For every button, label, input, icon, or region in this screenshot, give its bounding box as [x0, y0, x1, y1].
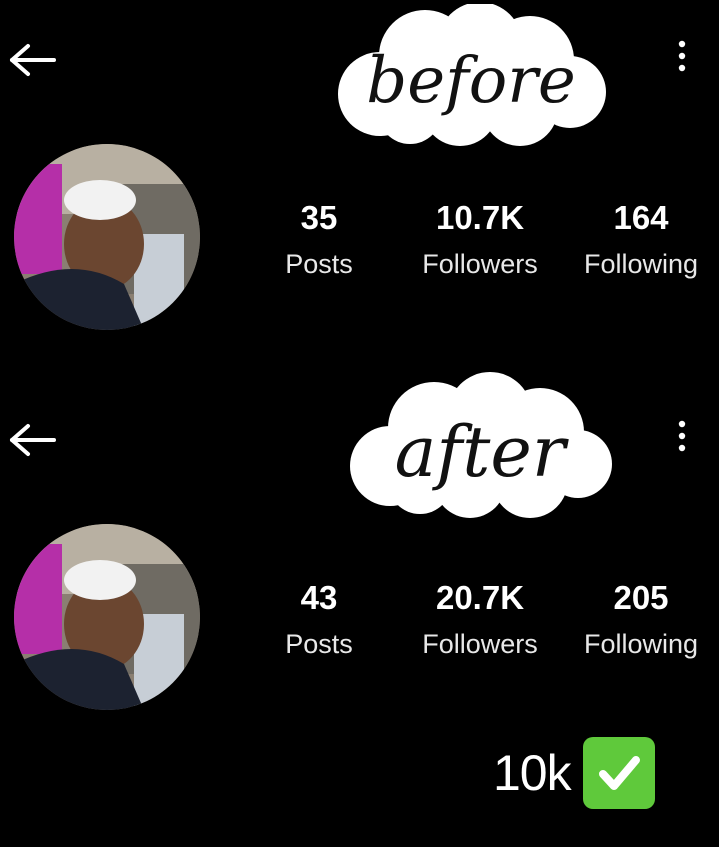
followers-stat[interactable]: 10.7K Followers: [405, 198, 555, 282]
growth-badge: 10k: [493, 733, 655, 813]
before-label: before: [366, 44, 576, 118]
before-profile-header: before 35 Posts 10.7K Followers 164 Foll…: [0, 0, 719, 340]
posts-label: Posts: [285, 249, 353, 279]
following-count: 164: [613, 199, 669, 236]
posts-count: 35: [300, 199, 338, 236]
followers-count: 10.7K: [435, 199, 525, 236]
following-count: 205: [613, 579, 669, 616]
more-vertical-icon[interactable]: [672, 36, 692, 76]
after-label: after: [395, 411, 569, 493]
after-label-cloud: after: [350, 372, 612, 518]
after-profile-header: after 43 Posts 20.7K Followers 205 Follo…: [0, 370, 719, 730]
profile-avatar[interactable]: [14, 144, 200, 330]
posts-stat[interactable]: 35 Posts: [244, 198, 394, 282]
following-label: Following: [583, 629, 699, 659]
more-vertical-icon[interactable]: [672, 416, 692, 456]
profile-avatar[interactable]: [14, 524, 200, 710]
posts-label: Posts: [285, 629, 353, 659]
back-arrow-icon[interactable]: [4, 40, 60, 80]
followers-label: Followers: [422, 249, 538, 279]
following-stat[interactable]: 164 Following: [566, 198, 716, 282]
followers-count: 20.7K: [435, 579, 525, 616]
posts-count: 43: [300, 579, 338, 616]
growth-badge-text: 10k: [493, 745, 572, 801]
following-stat[interactable]: 205 Following: [566, 578, 716, 662]
followers-stat[interactable]: 20.7K Followers: [405, 578, 555, 662]
following-label: Following: [583, 249, 699, 279]
followers-label: Followers: [422, 629, 538, 659]
posts-stat[interactable]: 43 Posts: [244, 578, 394, 662]
check-mark-button-icon: [582, 737, 655, 809]
before-label-cloud: before: [338, 4, 606, 146]
back-arrow-icon[interactable]: [4, 420, 60, 460]
